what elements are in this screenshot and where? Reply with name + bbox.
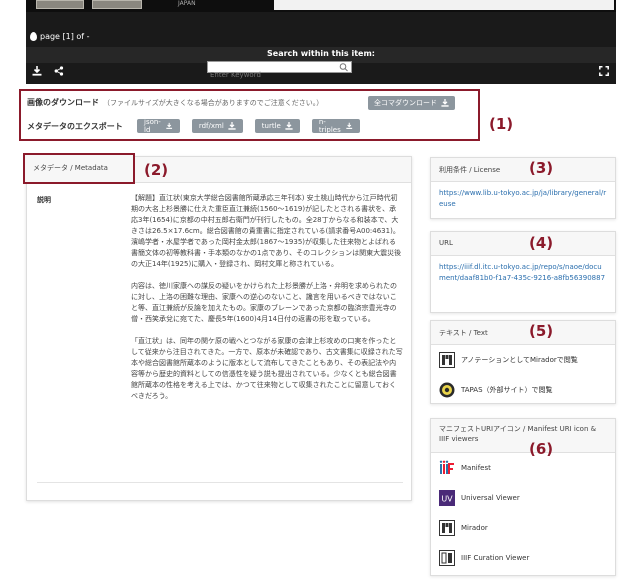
download-icon xyxy=(166,122,173,129)
universal-viewer-link[interactable]: UV Universal Viewer xyxy=(431,483,615,513)
url-link[interactable]: https://iiif.dl.itc.u-tokyo.ac.jp/repo/s… xyxy=(431,256,615,290)
url-title: URL xyxy=(431,232,615,256)
thumbnail[interactable] xyxy=(92,0,142,9)
export-json-ld-label: json-ld xyxy=(144,118,161,134)
download-export-panel: 画像のダウンロード （ファイルサイズが大きくなる場合がありますのでご注意ください… xyxy=(19,89,480,141)
mirador-link[interactable]: Mirador xyxy=(431,513,615,543)
description-paragraph: 内容は、徳川家康への謀反の疑いをかけられた上杉景勝が上洛・弁明を求められたのに対… xyxy=(131,282,397,323)
svg-text:UV: UV xyxy=(441,495,453,504)
metadata-title-box: メタデータ / Metadata xyxy=(23,153,135,184)
page-image[interactable] xyxy=(274,0,614,10)
universal-viewer-label: Universal Viewer xyxy=(461,494,520,502)
export-rdf-xml-button[interactable]: rdf/xml xyxy=(191,119,243,133)
license-panel: 利用条件 / License https://www.lib.u-tokyo.a… xyxy=(430,157,616,219)
share-icon[interactable] xyxy=(54,66,64,76)
download-label: 画像のダウンロード xyxy=(27,98,99,107)
download-note: （ファイルサイズが大きくなる場合がありますのでご注意ください。） xyxy=(103,98,324,107)
download-row: 画像のダウンロード （ファイルサイズが大きくなる場合がありますのでご注意ください… xyxy=(27,96,455,110)
description-paragraph: 「直江状」は、同年の関ケ原の戦へとつながる家康の会津上杉攻めの口実を作ったとして… xyxy=(131,337,403,400)
curation-viewer-icon xyxy=(439,550,455,566)
download-all-label: 全コマダウンロード xyxy=(374,99,437,107)
search-icon[interactable] xyxy=(338,62,350,72)
download-icon[interactable] xyxy=(32,66,42,76)
annotation-label-2: (2) xyxy=(144,161,169,179)
manifest-link[interactable]: Manifest xyxy=(431,453,615,483)
export-n-triples-button[interactable]: n-triples xyxy=(311,118,360,134)
mirador-annotation-link[interactable]: アノテーションとしてMiradorで閲覧 xyxy=(431,345,615,375)
export-turtle-button[interactable]: turtle xyxy=(254,119,300,133)
manifest-panel: マニフェストURIアイコン / Manifest URI icon & IIIF… xyxy=(430,418,616,576)
metadata-title: メタデータ / Metadata xyxy=(33,164,108,172)
metadata-panel: メタデータ / Metadata 説明 【解題】直江状(東京大学総合図書館所蔵承… xyxy=(23,153,412,501)
tapas-link[interactable]: TAPAS（外部サイト）で閲覧 xyxy=(431,375,615,405)
description-paragraph: 【解題】直江状(東京大学総合図書館所蔵承応三年刊本) 安土桃山時代から江戸時代初… xyxy=(131,194,402,268)
export-json-ld-button[interactable]: json-ld xyxy=(137,118,180,134)
export-label: メタデータのエクスポート xyxy=(27,122,123,131)
annotation-label-6: (6) xyxy=(529,440,554,458)
annotation-label-4: (4) xyxy=(529,234,554,252)
search-input[interactable] xyxy=(208,70,336,80)
description-label: 説明 xyxy=(37,196,51,204)
mirador-icon xyxy=(439,520,455,536)
annotation-label-3: (3) xyxy=(529,159,554,177)
text-panel: テキスト / Text アノテーションとしてMiradorで閲覧 TAPAS（外… xyxy=(430,320,616,404)
export-row: メタデータのエクスポート json-ld rdf/xml turtle n-tr… xyxy=(27,118,360,134)
mirador-icon xyxy=(439,352,455,368)
tapas-label: TAPAS（外部サイト）で閲覧 xyxy=(461,386,553,394)
thumbnail-caption: JAPAN xyxy=(178,0,196,7)
download-icon xyxy=(346,122,353,129)
download-icon xyxy=(441,99,449,107)
page-indicator: page [1] of - xyxy=(30,32,90,41)
url-panel: URL https://iiif.dl.itc.u-tokyo.ac.jp/re… xyxy=(430,231,616,313)
search-box xyxy=(207,61,352,80)
text-title: テキスト / Text xyxy=(431,321,615,345)
description-text: 【解題】直江状(東京大学総合図書館所蔵承応三年刊本) 安土桃山時代から江戸時代初… xyxy=(131,193,403,413)
page: JAPAN page [1] of - Search within this i… xyxy=(0,0,638,587)
export-rdf-xml-label: rdf/xml xyxy=(198,122,224,130)
manifest-title: マニフェストURIアイコン / Manifest URI icon & IIIF… xyxy=(431,419,615,453)
mirador-annotation-label: アノテーションとしてMiradorで閲覧 xyxy=(461,356,578,364)
iiif-curation-viewer-link[interactable]: IIIF Curation Viewer xyxy=(431,543,615,573)
download-all-button[interactable]: 全コマダウンロード xyxy=(368,96,455,110)
export-turtle-label: turtle xyxy=(261,122,281,130)
universal-viewer-icon: UV xyxy=(439,490,455,506)
image-viewer[interactable]: JAPAN page [1] of - Search within this i… xyxy=(26,0,616,84)
annotation-label-1: (1) xyxy=(489,115,514,133)
license-title: 利用条件 / License xyxy=(431,158,615,182)
manifest-label: Manifest xyxy=(461,464,491,472)
page-indicator-text: page [1] of - xyxy=(40,32,90,41)
license-link[interactable]: https://www.lib.u-tokyo.ac.jp/ja/library… xyxy=(431,182,615,216)
thumbnail-strip: JAPAN xyxy=(26,0,616,12)
export-buttons: json-ld rdf/xml turtle n-triples xyxy=(137,118,360,134)
annotation-label-5: (5) xyxy=(529,322,554,340)
mirador-label: Mirador xyxy=(461,524,488,532)
iiif-logo-icon xyxy=(439,460,454,474)
thumbnail[interactable] xyxy=(36,0,84,9)
download-icon xyxy=(228,122,236,130)
droplet-icon xyxy=(30,32,37,41)
iiif-curation-viewer-label: IIIF Curation Viewer xyxy=(461,554,530,562)
tapas-icon xyxy=(439,382,455,398)
export-n-triples-label: n-triples xyxy=(318,118,341,134)
fullscreen-icon[interactable] xyxy=(599,66,609,76)
search-label: Search within this item: xyxy=(267,49,375,58)
download-icon xyxy=(285,122,293,130)
divider xyxy=(37,482,403,483)
